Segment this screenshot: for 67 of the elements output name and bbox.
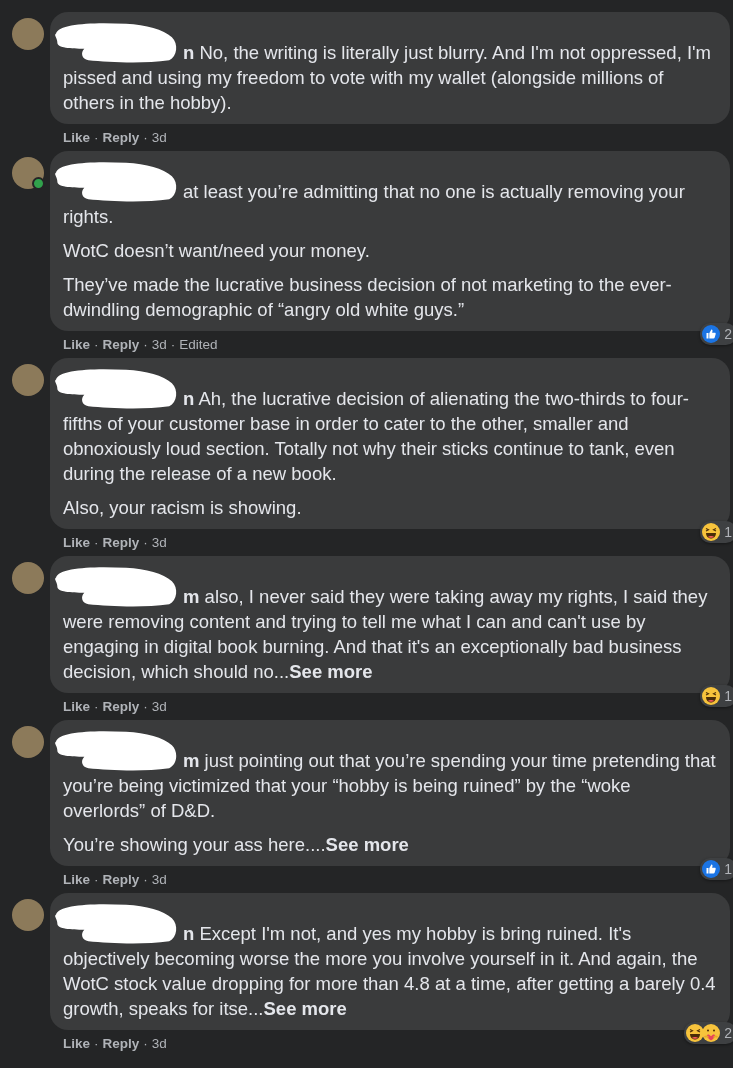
separator-dot: · bbox=[143, 1035, 148, 1051]
comment-text: You’re showing your ass here....See more bbox=[63, 833, 410, 857]
comment-text: at least you’re admitting that no one is actually removing your rights. bbox=[63, 180, 686, 229]
separator-dot: · bbox=[94, 871, 99, 887]
laughing-face-icon bbox=[686, 1024, 705, 1042]
like-link[interactable]: Like bbox=[63, 534, 90, 550]
reaction-badge[interactable]: 1 bbox=[700, 521, 733, 543]
see-more-link[interactable]: See more bbox=[289, 661, 373, 682]
timestamp: 3d bbox=[151, 698, 167, 714]
edited-label: Edited bbox=[179, 336, 218, 352]
see-more-link[interactable]: See more bbox=[263, 998, 347, 1019]
laughing-face-icon bbox=[702, 523, 721, 541]
timestamp: 3d bbox=[151, 871, 167, 887]
comment-text: m also, I never said they were taking away my rights, I said they were removing content and trying to tell me what I can and can't use by engaging in digital book burning. And that it's an exceptionally bad business decision, which should no...See more bbox=[63, 585, 709, 684]
comment-text: Also, your racism is showing. bbox=[63, 496, 303, 520]
thumbs-up-icon bbox=[702, 325, 721, 343]
like-link[interactable]: Like bbox=[63, 129, 90, 145]
reaction-badge[interactable]: 2 bbox=[700, 323, 733, 345]
separator-dot: · bbox=[143, 698, 148, 714]
comment-text: n Ah, the lucrative decision of alienating the two-thirds to four-fifths of your customer base in order to cater to the other, smaller and obnoxiously loud section. Totally not why their sticks continue to tank, even during the release of a new book. bbox=[63, 387, 690, 486]
reply-link[interactable]: Reply bbox=[102, 1035, 140, 1051]
avatar[interactable] bbox=[12, 364, 44, 396]
author-name-link[interactable]: n bbox=[183, 388, 195, 409]
reply-link[interactable]: Reply bbox=[102, 534, 140, 550]
avatar[interactable] bbox=[12, 562, 44, 594]
author-name-link[interactable]: n bbox=[183, 42, 195, 63]
avatar[interactable] bbox=[12, 18, 44, 50]
reaction-badge[interactable]: 1 bbox=[700, 858, 733, 880]
like-link[interactable]: Like bbox=[63, 698, 90, 714]
like-link[interactable]: Like bbox=[63, 1035, 90, 1051]
author-name-link[interactable]: m bbox=[183, 750, 200, 771]
separator-dot: · bbox=[143, 129, 148, 145]
separator-dot: · bbox=[94, 336, 99, 352]
separator-dot: · bbox=[143, 336, 148, 352]
comment-text: WotC doesn’t want/need your money. bbox=[63, 239, 371, 263]
separator-dot: · bbox=[170, 336, 176, 352]
avatar[interactable] bbox=[12, 157, 44, 189]
comment-text: n No, the writing is literally just blurry. And I'm not oppressed, I'm pissed and using my freedom to vote with my wallet (alongside millions of others in the hobby). bbox=[63, 41, 712, 115]
timestamp: 3d bbox=[151, 336, 167, 352]
thumbs-up-icon bbox=[702, 860, 721, 878]
reply-link[interactable]: Reply bbox=[102, 129, 140, 145]
comment-text: They’ve made the lucrative business decision of not marketing to the ever-dwindling demographic of “angry old white guys.” bbox=[63, 273, 673, 322]
timestamp: 3d bbox=[151, 129, 167, 145]
separator-dot: · bbox=[94, 129, 99, 145]
hugging-face-icon bbox=[702, 1024, 721, 1042]
reply-link[interactable]: Reply bbox=[102, 698, 140, 714]
reaction-badge[interactable]: 2 bbox=[684, 1022, 733, 1044]
separator-dot: · bbox=[94, 534, 99, 550]
reply-link[interactable]: Reply bbox=[102, 871, 140, 887]
separator-dot: · bbox=[143, 871, 148, 887]
like-link[interactable]: Like bbox=[63, 336, 90, 352]
timestamp: 3d bbox=[151, 1035, 167, 1051]
separator-dot: · bbox=[94, 1035, 99, 1051]
comment-text: m just pointing out that you’re spending your time pretending that you’re being victimized that your “hobby is being ruined” by the “woke overlords” of D&D. bbox=[63, 749, 717, 823]
comment-text: n Except I'm not, and yes my hobby is bring ruined. It's objectively becoming worse the more you involve yourself in it. And again, the WotC stock value dropping for more than 4.8 at a time, after getting a barely 0.4 growth, speaks for itse...See more bbox=[63, 922, 717, 1021]
separator-dot: · bbox=[94, 698, 99, 714]
laughing-face-icon bbox=[702, 687, 721, 705]
reaction-badge[interactable]: 1 bbox=[700, 685, 733, 707]
see-more-link[interactable]: See more bbox=[325, 834, 409, 855]
separator-dot: · bbox=[143, 534, 148, 550]
author-name-link[interactable]: n bbox=[183, 923, 195, 944]
author-name-link[interactable]: m bbox=[183, 586, 200, 607]
avatar[interactable] bbox=[12, 726, 44, 758]
timestamp: 3d bbox=[151, 534, 167, 550]
like-link[interactable]: Like bbox=[63, 871, 90, 887]
reply-link[interactable]: Reply bbox=[102, 336, 140, 352]
avatar[interactable] bbox=[12, 899, 44, 931]
